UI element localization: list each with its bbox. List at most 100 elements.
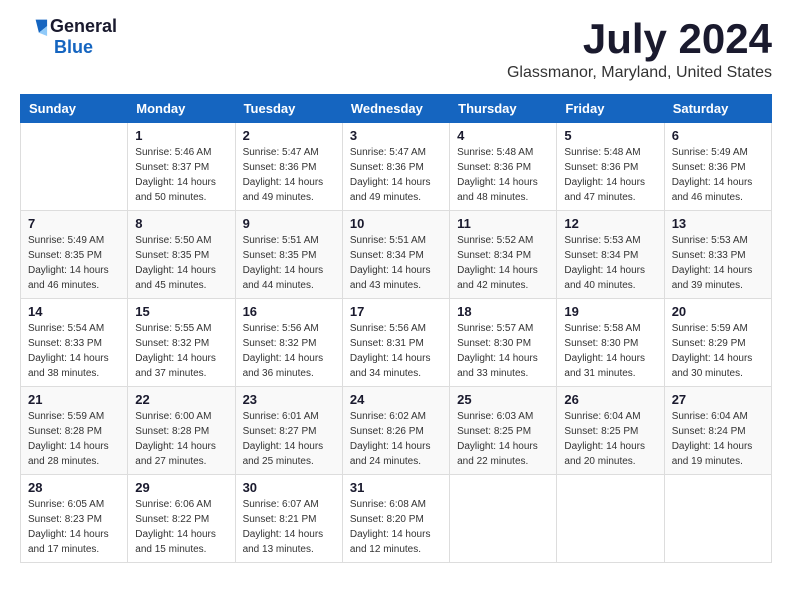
- day-number: 29: [135, 480, 227, 495]
- calendar-cell: 26 Sunrise: 6:04 AM Sunset: 8:25 PM Dayli…: [557, 387, 664, 475]
- calendar-cell: 7 Sunrise: 5:49 AM Sunset: 8:35 PM Daylig…: [21, 211, 128, 299]
- day-number: 23: [243, 392, 335, 407]
- calendar-cell: 29 Sunrise: 6:06 AM Sunset: 8:22 PM Dayli…: [128, 475, 235, 563]
- day-info: Sunrise: 5:56 AM Sunset: 8:31 PM Dayligh…: [350, 321, 442, 381]
- calendar-cell: 12Sunrise: 5:53 AM Sunset: 8:34 PM Dayli…: [557, 211, 664, 299]
- calendar-cell: 18 Sunrise: 5:57 AM Sunset: 8:30 PM Dayli…: [450, 299, 557, 387]
- day-number: 3: [350, 128, 442, 143]
- calendar-cell: 20Sunrise: 5:59 AM Sunset: 8:29 PM Dayli…: [664, 299, 771, 387]
- day-number: 11: [457, 216, 549, 231]
- day-number: 17: [350, 304, 442, 319]
- day-info: Sunrise: 5:58 AM Sunset: 8:30 PM Dayligh…: [564, 321, 656, 381]
- day-info: Sunrise: 5:47 AM Sunset: 8:36 PM Dayligh…: [350, 145, 442, 205]
- calendar-cell: 24 Sunrise: 6:02 AM Sunset: 8:26 PM Dayli…: [342, 387, 449, 475]
- calendar-cell: 14Sunrise: 5:54 AM Sunset: 8:33 PM Dayli…: [21, 299, 128, 387]
- day-info: Sunrise: 5:57 AM Sunset: 8:30 PM Dayligh…: [457, 321, 549, 381]
- day-number: 27: [672, 392, 764, 407]
- logo-blue: Blue: [54, 37, 93, 58]
- day-number: 15: [135, 304, 227, 319]
- day-info: Sunrise: 5:48 AM Sunset: 8:36 PM Dayligh…: [457, 145, 549, 205]
- logo-icon: [20, 18, 48, 36]
- day-info: Sunrise: 5:51 AM Sunset: 8:35 PM Dayligh…: [243, 233, 335, 293]
- calendar-cell: 21 Sunrise: 5:59 AM Sunset: 8:28 PM Dayli…: [21, 387, 128, 475]
- day-number: 21: [28, 392, 120, 407]
- day-info: Sunrise: 6:04 AM Sunset: 8:25 PM Dayligh…: [564, 409, 656, 469]
- day-number: 6: [672, 128, 764, 143]
- calendar-week-3: 14Sunrise: 5:54 AM Sunset: 8:33 PM Dayli…: [21, 299, 772, 387]
- title-section: July 2024 Glassmanor, Maryland, United S…: [507, 16, 772, 82]
- weekday-header-monday: Monday: [128, 95, 235, 123]
- day-number: 31: [350, 480, 442, 495]
- page-header: General Blue July 2024 Glassmanor, Maryl…: [20, 16, 772, 82]
- calendar-cell: 5Sunrise: 5:48 AM Sunset: 8:36 PM Daylig…: [557, 123, 664, 211]
- day-number: 5: [564, 128, 656, 143]
- logo-general: General: [50, 16, 117, 37]
- day-number: 24: [350, 392, 442, 407]
- day-info: Sunrise: 5:56 AM Sunset: 8:32 PM Dayligh…: [243, 321, 335, 381]
- day-info: Sunrise: 6:04 AM Sunset: 8:24 PM Dayligh…: [672, 409, 764, 469]
- day-info: Sunrise: 6:02 AM Sunset: 8:26 PM Dayligh…: [350, 409, 442, 469]
- day-info: Sunrise: 5:59 AM Sunset: 8:29 PM Dayligh…: [672, 321, 764, 381]
- day-number: 2: [243, 128, 335, 143]
- weekday-header-row: SundayMondayTuesdayWednesdayThursdayFrid…: [21, 95, 772, 123]
- calendar-cell: 22 Sunrise: 6:00 AM Sunset: 8:28 PM Dayli…: [128, 387, 235, 475]
- day-info: Sunrise: 6:00 AM Sunset: 8:28 PM Dayligh…: [135, 409, 227, 469]
- calendar-subtitle: Glassmanor, Maryland, United States: [507, 64, 772, 82]
- calendar-cell: [450, 475, 557, 563]
- calendar-week-5: 28 Sunrise: 6:05 AM Sunset: 8:23 PM Dayli…: [21, 475, 772, 563]
- calendar-header: SundayMondayTuesdayWednesdayThursdayFrid…: [21, 95, 772, 123]
- calendar-cell: 25 Sunrise: 6:03 AM Sunset: 8:25 PM Dayli…: [450, 387, 557, 475]
- weekday-header-wednesday: Wednesday: [342, 95, 449, 123]
- calendar-cell: 30 Sunrise: 6:07 AM Sunset: 8:21 PM Dayli…: [235, 475, 342, 563]
- calendar-cell: 23 Sunrise: 6:01 AM Sunset: 8:27 PM Dayli…: [235, 387, 342, 475]
- day-info: Sunrise: 6:05 AM Sunset: 8:23 PM Dayligh…: [28, 497, 120, 557]
- weekday-header-thursday: Thursday: [450, 95, 557, 123]
- calendar-cell: 10 Sunrise: 5:51 AM Sunset: 8:34 PM Dayli…: [342, 211, 449, 299]
- calendar-week-2: 7 Sunrise: 5:49 AM Sunset: 8:35 PM Daylig…: [21, 211, 772, 299]
- day-info: Sunrise: 6:07 AM Sunset: 8:21 PM Dayligh…: [243, 497, 335, 557]
- day-info: Sunrise: 5:47 AM Sunset: 8:36 PM Dayligh…: [243, 145, 335, 205]
- day-number: 4: [457, 128, 549, 143]
- day-number: 8: [135, 216, 227, 231]
- logo: General Blue: [20, 16, 117, 58]
- day-info: Sunrise: 5:53 AM Sunset: 8:33 PM Dayligh…: [672, 233, 764, 293]
- calendar-cell: [557, 475, 664, 563]
- day-info: Sunrise: 6:01 AM Sunset: 8:27 PM Dayligh…: [243, 409, 335, 469]
- day-number: 7: [28, 216, 120, 231]
- weekday-header-friday: Friday: [557, 95, 664, 123]
- calendar-cell: 15 Sunrise: 5:55 AM Sunset: 8:32 PM Dayli…: [128, 299, 235, 387]
- day-info: Sunrise: 5:50 AM Sunset: 8:35 PM Dayligh…: [135, 233, 227, 293]
- calendar-cell: 17 Sunrise: 5:56 AM Sunset: 8:31 PM Dayli…: [342, 299, 449, 387]
- calendar-cell: 1 Sunrise: 5:46 AM Sunset: 8:37 PM Daylig…: [128, 123, 235, 211]
- calendar-cell: 11Sunrise: 5:52 AM Sunset: 8:34 PM Dayli…: [450, 211, 557, 299]
- weekday-header-saturday: Saturday: [664, 95, 771, 123]
- day-info: Sunrise: 5:49 AM Sunset: 8:35 PM Dayligh…: [28, 233, 120, 293]
- calendar-week-1: 1 Sunrise: 5:46 AM Sunset: 8:37 PM Daylig…: [21, 123, 772, 211]
- day-number: 13: [672, 216, 764, 231]
- calendar-cell: 4 Sunrise: 5:48 AM Sunset: 8:36 PM Daylig…: [450, 123, 557, 211]
- day-info: Sunrise: 5:55 AM Sunset: 8:32 PM Dayligh…: [135, 321, 227, 381]
- calendar-week-4: 21 Sunrise: 5:59 AM Sunset: 8:28 PM Dayli…: [21, 387, 772, 475]
- day-info: Sunrise: 6:08 AM Sunset: 8:20 PM Dayligh…: [350, 497, 442, 557]
- day-info: Sunrise: 6:03 AM Sunset: 8:25 PM Dayligh…: [457, 409, 549, 469]
- day-number: 26: [564, 392, 656, 407]
- day-number: 18: [457, 304, 549, 319]
- day-info: Sunrise: 5:59 AM Sunset: 8:28 PM Dayligh…: [28, 409, 120, 469]
- day-info: Sunrise: 5:51 AM Sunset: 8:34 PM Dayligh…: [350, 233, 442, 293]
- day-number: 9: [243, 216, 335, 231]
- day-info: Sunrise: 6:06 AM Sunset: 8:22 PM Dayligh…: [135, 497, 227, 557]
- day-info: Sunrise: 5:46 AM Sunset: 8:37 PM Dayligh…: [135, 145, 227, 205]
- day-number: 25: [457, 392, 549, 407]
- calendar-table: SundayMondayTuesdayWednesdayThursdayFrid…: [20, 94, 772, 563]
- calendar-cell: 9 Sunrise: 5:51 AM Sunset: 8:35 PM Daylig…: [235, 211, 342, 299]
- calendar-cell: 3 Sunrise: 5:47 AM Sunset: 8:36 PM Daylig…: [342, 123, 449, 211]
- day-number: 10: [350, 216, 442, 231]
- day-number: 30: [243, 480, 335, 495]
- calendar-title: July 2024: [507, 16, 772, 62]
- calendar-cell: 2 Sunrise: 5:47 AM Sunset: 8:36 PM Daylig…: [235, 123, 342, 211]
- day-number: 28: [28, 480, 120, 495]
- day-number: 1: [135, 128, 227, 143]
- calendar-cell: [21, 123, 128, 211]
- calendar-cell: 27 Sunrise: 6:04 AM Sunset: 8:24 PM Dayli…: [664, 387, 771, 475]
- day-number: 22: [135, 392, 227, 407]
